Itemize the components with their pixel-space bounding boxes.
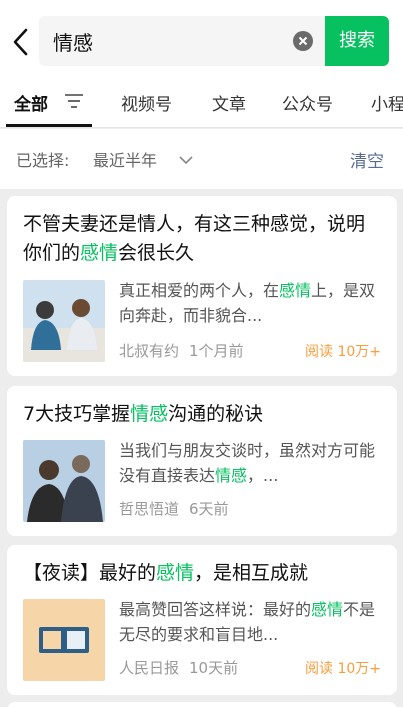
result-title: 【夜读】最好的感情，是相互成就: [23, 562, 309, 584]
thumbnail-image: [23, 280, 105, 362]
clear-input-icon[interactable]: [293, 31, 313, 51]
result-snippet: 最高赞回答这样说：最好的感情不是无尽的要求和盲目地...: [119, 600, 376, 644]
result-meta: 哲思悟道 6天前: [119, 498, 229, 519]
thumbnail-image: [23, 440, 105, 522]
result-card[interactable]: 不管夫妻还是情人，有这三种感觉，说明你们的感情会很长久 真正相爱的两个人，在感情…: [7, 196, 397, 376]
chevron-down-icon[interactable]: [178, 151, 194, 165]
result-card[interactable]: [7, 702, 397, 707]
publish-time: 6天前: [189, 500, 229, 518]
search-box: [39, 16, 325, 66]
active-tab-indicator: [6, 124, 92, 127]
tab-all[interactable]: 全部: [14, 90, 48, 115]
publish-time: 10天前: [189, 659, 239, 677]
clear-filter-link[interactable]: 清空: [350, 147, 384, 172]
read-count: 阅读 10万+: [305, 344, 381, 360]
time-filter-dropdown[interactable]: 最近半年: [93, 147, 157, 171]
result-title: 7大技巧掌握情感沟通的秘诀: [23, 403, 264, 425]
search-button[interactable]: 搜索: [325, 16, 389, 66]
filter-icon[interactable]: [64, 93, 84, 109]
tab-official-accounts[interactable]: 公众号: [282, 90, 333, 115]
back-icon[interactable]: [6, 24, 36, 60]
read-count: 阅读 10万+: [305, 661, 381, 677]
thumbnail-image: [23, 599, 105, 681]
result-meta: 北叔有约 1个月前: [119, 340, 244, 361]
result-snippet: 真正相爱的两个人，在感情上，是双向奔赴，而非貌合...: [119, 281, 376, 325]
category-tabs: 全部 视频号 文章 公众号 小程: [0, 82, 403, 128]
filter-label: 已选择:: [16, 151, 70, 170]
result-meta: 人民日报 10天前: [119, 657, 238, 678]
result-card[interactable]: 7大技巧掌握情感沟通的秘诀 当我们与朋友交谈时，虽然对方可能没有直接表达情感，.…: [7, 386, 397, 536]
publish-time: 1个月前: [189, 342, 244, 360]
tab-articles[interactable]: 文章: [212, 90, 246, 115]
search-header: 搜索: [0, 0, 403, 82]
tab-channels[interactable]: 视频号: [121, 90, 172, 115]
source-name[interactable]: 人民日报: [119, 659, 179, 677]
tab-mini-programs[interactable]: 小程: [371, 90, 403, 115]
search-input[interactable]: [53, 24, 273, 58]
result-snippet: 当我们与朋友交谈时，虽然对方可能没有直接表达情感，...: [119, 441, 376, 485]
filter-row: 已选择: 最近半年 清空: [0, 129, 403, 189]
result-card[interactable]: 【夜读】最好的感情，是相互成就 最高赞回答这样说：最好的感情不是无尽的要求和盲目…: [7, 545, 397, 695]
result-title: 不管夫妻还是情人，有这三种感觉，说明你们的感情会很长久: [23, 213, 366, 264]
source-name[interactable]: 北叔有约: [119, 342, 179, 360]
source-name[interactable]: 哲思悟道: [119, 500, 179, 518]
